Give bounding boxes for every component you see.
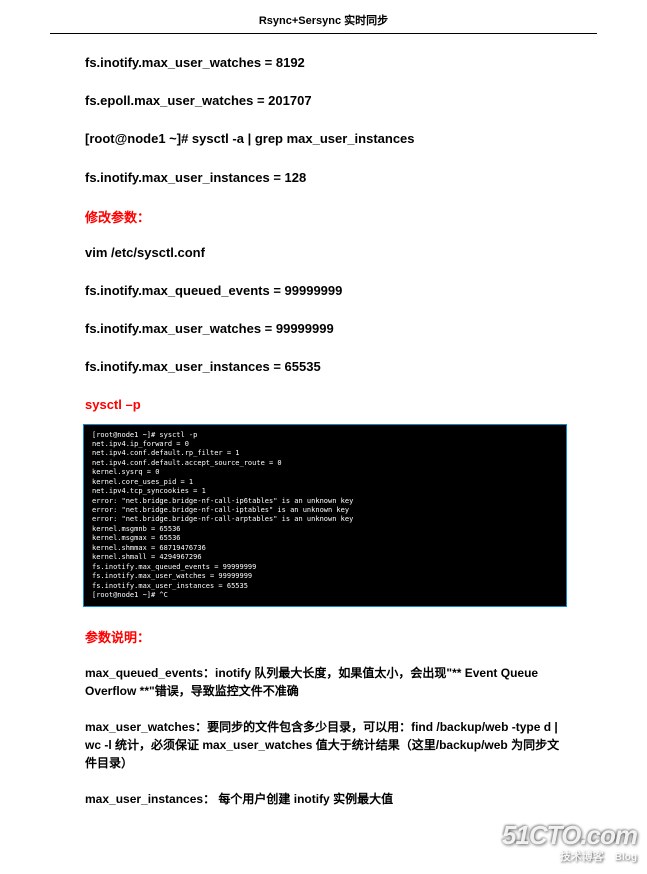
terminal-line: error: "net.bridge.bridge-nf-call-arptab…	[92, 515, 558, 524]
param-description: max_queued_events：inotify 队列最大长度，如果值太小，会…	[85, 664, 562, 700]
terminal-line: [root@node1 ~]# sysctl -p	[92, 431, 558, 440]
terminal-line: net.ipv4.tcp_syncookies = 1	[92, 487, 558, 496]
terminal-line: net.ipv4.conf.default.rp_filter = 1	[92, 449, 558, 458]
terminal-line: kernel.shmmax = 68719476736	[92, 544, 558, 553]
terminal-line: net.ipv4.ip_forward = 0	[92, 440, 558, 449]
param-description: max_user_watches：要同步的文件包含多少目录，可以用：find /…	[85, 718, 562, 772]
section-heading-modify-params: 修改参数：	[85, 207, 562, 226]
terminal-line: [root@node1 ~]# ^C	[92, 591, 558, 600]
code-line: fs.inotify.max_user_watches = 8192	[85, 54, 562, 72]
terminal-line: kernel.shmall = 4294967296	[92, 553, 558, 562]
code-line: vim /etc/sysctl.conf	[85, 244, 562, 262]
terminal-line: error: "net.bridge.bridge-nf-call-iptabl…	[92, 506, 558, 515]
terminal-line: kernel.sysrq = 0	[92, 468, 558, 477]
terminal-line: net.ipv4.conf.default.accept_source_rout…	[92, 459, 558, 468]
terminal-output: [root@node1 ~]# sysctl -p net.ipv4.ip_fo…	[83, 424, 567, 608]
code-line: fs.epoll.max_user_watches = 201707	[85, 92, 562, 110]
code-line: [root@node1 ~]# sysctl -a | grep max_use…	[85, 130, 562, 148]
section-heading-param-desc: 参数说明：	[85, 627, 562, 646]
terminal-line: error: "net.bridge.bridge-nf-call-ip6tab…	[92, 497, 558, 506]
page-header: Rsync+Sersync 实时同步	[0, 0, 647, 33]
header-divider	[50, 33, 597, 34]
code-line: fs.inotify.max_user_instances = 128	[85, 169, 562, 187]
document-content: fs.inotify.max_user_watches = 8192 fs.ep…	[0, 54, 647, 808]
terminal-line: fs.inotify.max_queued_events = 99999999	[92, 563, 558, 572]
terminal-line: kernel.msgmnb = 65536	[92, 525, 558, 534]
watermark-logo: 51CTO.com	[502, 820, 637, 851]
watermark: 51CTO.com 技术博客 Blog	[502, 820, 637, 864]
section-heading-sysctl: sysctl –p	[85, 397, 562, 412]
code-line: fs.inotify.max_user_watches = 99999999	[85, 320, 562, 338]
terminal-line: kernel.core_uses_pid = 1	[92, 478, 558, 487]
watermark-blog-text: Blog	[615, 852, 637, 863]
terminal-line: fs.inotify.max_user_watches = 99999999	[92, 572, 558, 581]
param-description: max_user_instances： 每个用户创建 inotify 实例最大值	[85, 790, 562, 808]
code-line: fs.inotify.max_user_instances = 65535	[85, 358, 562, 376]
watermark-sub-text: 技术博客	[560, 851, 604, 863]
terminal-line: fs.inotify.max_user_instances = 65535	[92, 582, 558, 591]
terminal-line: kernel.msgmax = 65536	[92, 534, 558, 543]
code-line: fs.inotify.max_queued_events = 99999999	[85, 282, 562, 300]
